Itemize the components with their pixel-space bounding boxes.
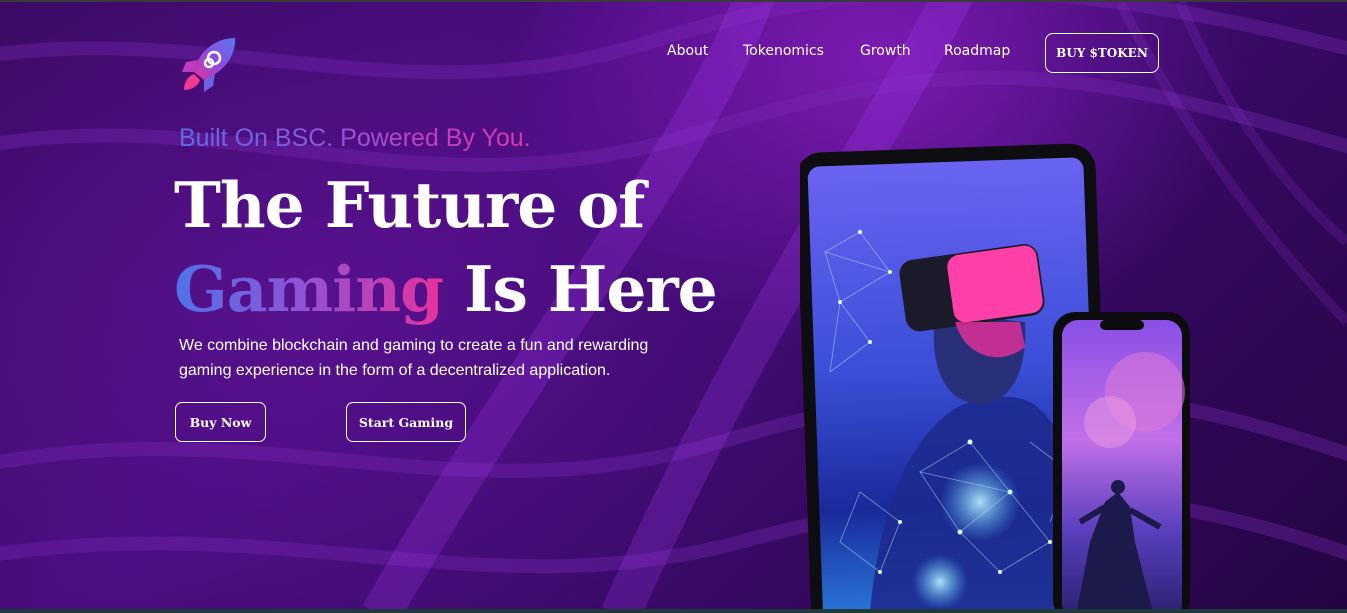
nav-link-roadmap[interactable]: Roadmap [944,43,1010,59]
nav-link-growth[interactable]: Growth [860,43,911,59]
phone-image [1053,312,1190,613]
hero-description: We combine blockchain and gaming to crea… [179,337,649,379]
start-gaming-button[interactable]: Start Gaming [346,402,466,442]
headline-rest: Is Here [464,252,718,326]
hero-page: About Tokenomics Growth Roadmap BUY $TOK… [0,0,1347,613]
headline-highlight: Gaming [174,252,444,326]
tagline: Built On BSC. Powered By You. [179,124,531,152]
devices-illustration [800,143,1190,613]
rocket-icon[interactable] [180,36,240,94]
headline-line-1: The Future of [174,168,645,242]
bottom-strip [0,609,1347,613]
buy-token-button[interactable]: BUY $TOKEN [1045,33,1159,73]
headline-line-2: Gaming Is Here [174,258,718,321]
nav-link-tokenomics[interactable]: Tokenomics [743,43,824,59]
nav-link-about[interactable]: About [667,43,708,59]
buy-now-button[interactable]: Buy Now [175,402,266,442]
